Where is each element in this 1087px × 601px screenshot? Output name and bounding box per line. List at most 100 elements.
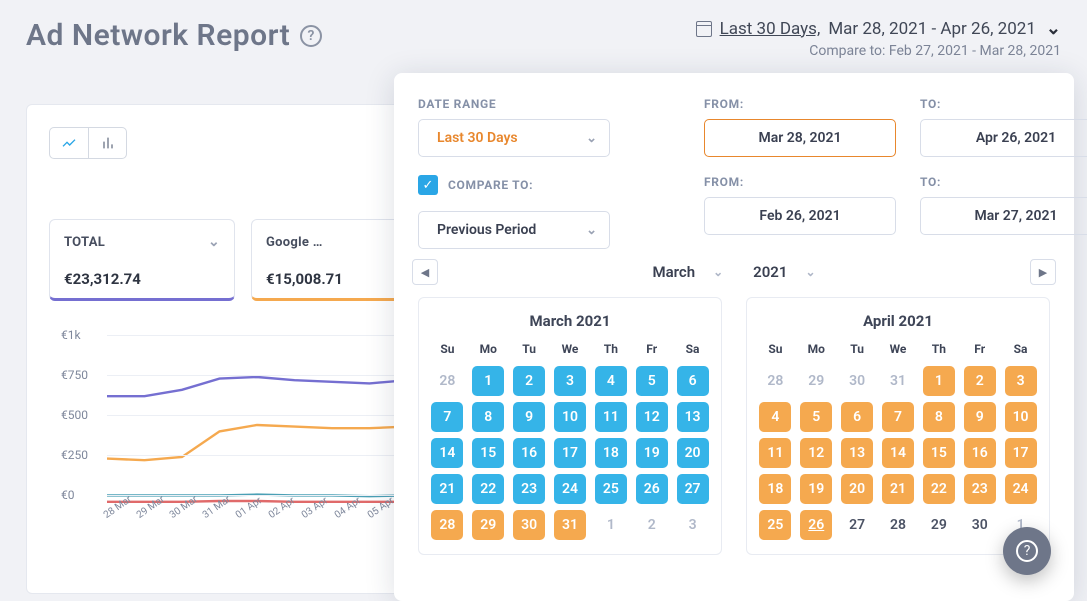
revenue-chart: 28 Mar29 Mar30 Mar31 Mar01 Apr02 Apr03 A…: [61, 335, 401, 555]
calendar-day[interactable]: 29: [923, 510, 955, 540]
calendar-day[interactable]: 28: [431, 510, 463, 540]
calendar-day[interactable]: 1: [472, 366, 504, 396]
calendar-day[interactable]: 27: [677, 474, 709, 504]
calendar-day[interactable]: 23: [964, 474, 996, 504]
line-chart-icon[interactable]: [50, 128, 88, 158]
calendar-day[interactable]: 30: [513, 510, 545, 540]
calendar-day[interactable]: 5: [800, 402, 832, 432]
calendar-day[interactable]: 12: [800, 438, 832, 468]
calendar-day[interactable]: 8: [923, 402, 955, 432]
calendar-day[interactable]: 31: [882, 366, 914, 396]
calendar-day[interactable]: 2: [636, 510, 668, 540]
from-date-input[interactable]: Mar 28, 2021: [704, 119, 896, 157]
calendar-day[interactable]: 20: [677, 438, 709, 468]
label-date-range: DATE RANGE: [418, 97, 610, 111]
compare-preset-select[interactable]: Previous Period ⌄: [418, 211, 610, 249]
calendar-day[interactable]: 30: [841, 366, 873, 396]
calendar-day[interactable]: 3: [677, 510, 709, 540]
calendar-day[interactable]: 27: [841, 510, 873, 540]
calendar-day[interactable]: 7: [882, 402, 914, 432]
next-month-button[interactable]: ▶: [1030, 259, 1056, 285]
calendar-day[interactable]: 10: [554, 402, 586, 432]
calendar-day[interactable]: 24: [554, 474, 586, 504]
calendar-day[interactable]: 25: [759, 510, 791, 540]
calendar-day[interactable]: 21: [882, 474, 914, 504]
calendar-day[interactable]: 8: [472, 402, 504, 432]
calendar-day[interactable]: 30: [964, 510, 996, 540]
calendar-day[interactable]: 29: [800, 366, 832, 396]
calendar-day[interactable]: 14: [431, 438, 463, 468]
calendar-day[interactable]: 25: [595, 474, 627, 504]
calendar-day[interactable]: 13: [677, 402, 709, 432]
calendar-day[interactable]: 18: [595, 438, 627, 468]
calendar-icon: [696, 21, 712, 37]
metric-card[interactable]: TOTAL⌄€23,312.74: [49, 219, 235, 301]
calendar-day[interactable]: 3: [1005, 366, 1037, 396]
year-select[interactable]: 2021 ⌄: [753, 263, 815, 281]
calendar-day[interactable]: 22: [472, 474, 504, 504]
calendar-day[interactable]: 16: [513, 438, 545, 468]
calendar-day[interactable]: 28: [431, 366, 463, 396]
calendar-day[interactable]: 10: [1005, 402, 1037, 432]
compare-from-input[interactable]: Feb 26, 2021: [704, 197, 896, 235]
date-picker-popover: DATE RANGE Last 30 Days ⌄ FROM: Mar 28, …: [394, 73, 1074, 601]
calendar-day[interactable]: 18: [759, 474, 791, 504]
calendar-day[interactable]: 3: [554, 366, 586, 396]
calendar-day[interactable]: 13: [841, 438, 873, 468]
calendar-day[interactable]: 6: [841, 402, 873, 432]
calendar-day[interactable]: 21: [431, 474, 463, 504]
calendar-day[interactable]: 6: [677, 366, 709, 396]
calendar-day[interactable]: 2: [513, 366, 545, 396]
calendar-day[interactable]: 7: [431, 402, 463, 432]
calendar-day[interactable]: 17: [1005, 438, 1037, 468]
calendar-day[interactable]: 14: [882, 438, 914, 468]
calendar-day[interactable]: 31: [554, 510, 586, 540]
calendar-day[interactable]: 2: [964, 366, 996, 396]
calendar-day[interactable]: 11: [759, 438, 791, 468]
label-to: TO:: [920, 97, 1087, 111]
calendar-day[interactable]: 9: [513, 402, 545, 432]
chevron-down-icon: ⌄: [713, 265, 723, 279]
calendar-day[interactable]: 19: [800, 474, 832, 504]
calendar-dow-header: Fr: [963, 342, 997, 356]
calendar-day[interactable]: 4: [759, 402, 791, 432]
calendar-day[interactable]: 4: [595, 366, 627, 396]
calendar-day[interactable]: 1: [923, 366, 955, 396]
calendar-day[interactable]: 28: [882, 510, 914, 540]
bar-chart-icon[interactable]: [88, 128, 126, 158]
calendar-day[interactable]: 9: [964, 402, 996, 432]
calendar-day[interactable]: 11: [595, 402, 627, 432]
calendar-day[interactable]: 5: [636, 366, 668, 396]
calendar-day[interactable]: 22: [923, 474, 955, 504]
chevron-down-icon: ⌄: [1046, 18, 1061, 39]
compare-checkbox[interactable]: ✓: [418, 175, 438, 195]
calendar-day[interactable]: 26: [636, 474, 668, 504]
chart-gridline: [107, 495, 401, 496]
calendar-day[interactable]: 15: [923, 438, 955, 468]
calendar-day[interactable]: 1: [595, 510, 627, 540]
date-range-trigger[interactable]: Last 30 Days, Mar 28, 2021 - Apr 26, 202…: [696, 18, 1061, 59]
calendar-day[interactable]: 29: [472, 510, 504, 540]
calendar-day[interactable]: 17: [554, 438, 586, 468]
calendar-day[interactable]: 28: [759, 366, 791, 396]
calendar-day[interactable]: 16: [964, 438, 996, 468]
calendar-day[interactable]: 23: [513, 474, 545, 504]
calendar-day[interactable]: 26: [800, 510, 832, 540]
help-icon[interactable]: ?: [300, 25, 322, 47]
chevron-down-icon: ⌄: [586, 131, 597, 146]
calendar-day[interactable]: 19: [636, 438, 668, 468]
range-preset-select[interactable]: Last 30 Days ⌄: [418, 119, 610, 157]
calendar-day[interactable]: 24: [1005, 474, 1037, 504]
chart-lines: [107, 335, 407, 505]
calendar-day[interactable]: 15: [472, 438, 504, 468]
calendar-day[interactable]: 20: [841, 474, 873, 504]
calendar-day[interactable]: 12: [636, 402, 668, 432]
calendar-dow-header: Mo: [471, 342, 505, 356]
prev-month-button[interactable]: ◀: [412, 259, 438, 285]
chevron-down-icon: ⌄: [805, 265, 815, 279]
help-fab-button[interactable]: ?: [1003, 527, 1051, 575]
to-date-input[interactable]: Apr 26, 2021: [920, 119, 1087, 157]
help-icon: ?: [1016, 540, 1038, 562]
compare-to-input[interactable]: Mar 27, 2021: [920, 197, 1087, 235]
month-select[interactable]: March ⌄: [652, 263, 723, 281]
